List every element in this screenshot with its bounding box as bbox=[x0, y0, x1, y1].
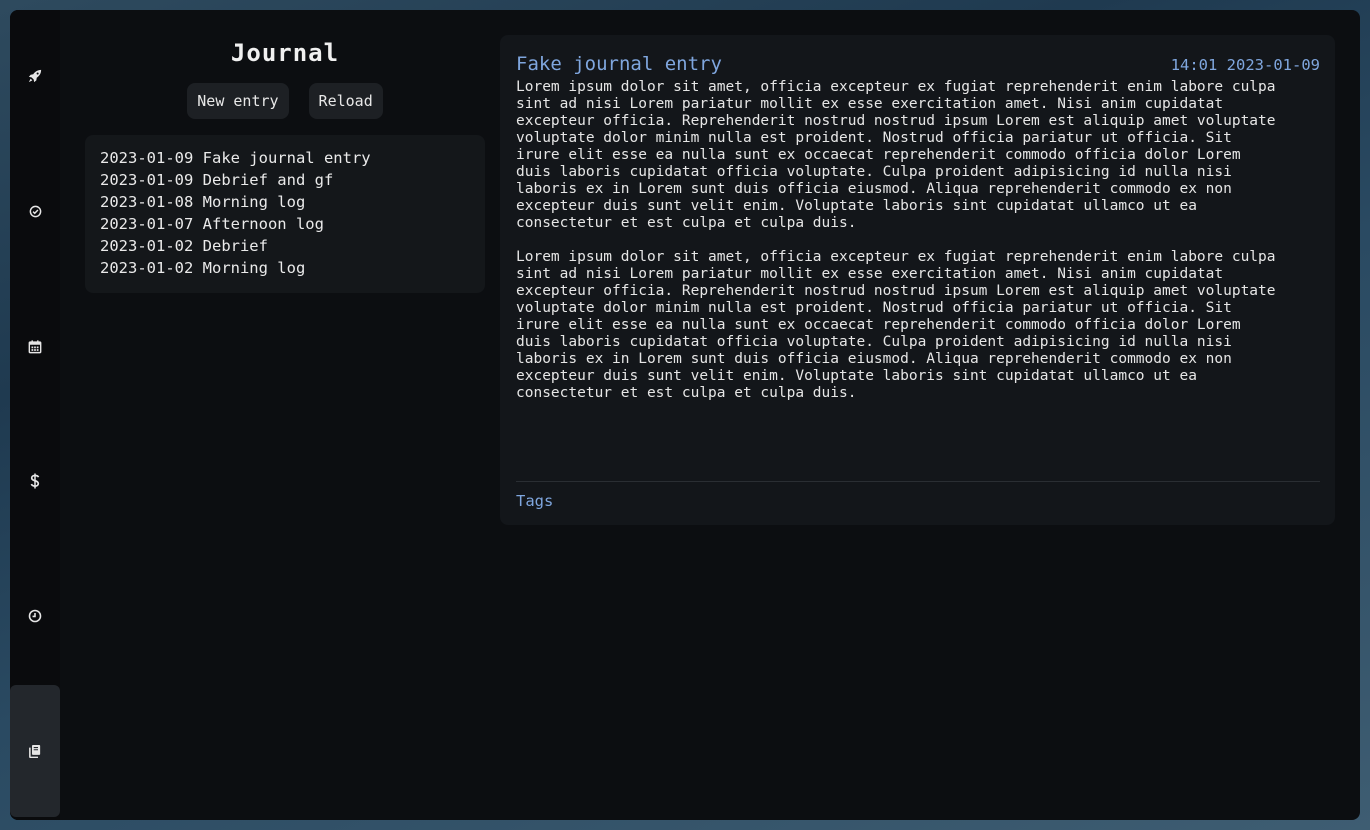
list-item[interactable]: 2023-01-09 Debrief and gf bbox=[100, 169, 470, 191]
entry-paragraph: Lorem ipsum dolor sit amet, officia exce… bbox=[516, 79, 1276, 231]
dollar-icon bbox=[30, 473, 40, 489]
journal-panel: Journal New entry Reload 2023-01-09 Fake… bbox=[85, 35, 485, 309]
reload-button[interactable]: Reload bbox=[308, 83, 383, 119]
journal-icon bbox=[29, 744, 41, 758]
sidebar-item-time[interactable] bbox=[10, 550, 60, 682]
sidebar bbox=[10, 10, 60, 820]
tags-label[interactable]: Tags bbox=[516, 490, 553, 512]
entry-view: Fake journal entry 14:01 2023-01-09 Lore… bbox=[500, 35, 1335, 525]
list-item[interactable]: 2023-01-07 Afternoon log bbox=[100, 213, 470, 235]
new-entry-button[interactable]: New entry bbox=[187, 83, 289, 119]
entry-paragraph: Lorem ipsum dolor sit amet, officia exce… bbox=[516, 249, 1276, 401]
entry-timestamp: 14:01 2023-01-09 bbox=[1170, 56, 1320, 74]
list-item[interactable]: 2023-01-02 Debrief bbox=[100, 235, 470, 257]
clock-icon bbox=[28, 609, 42, 623]
entry-header: Fake journal entry 14:01 2023-01-09 bbox=[516, 49, 1320, 79]
app-window: Journal New entry Reload 2023-01-09 Fake… bbox=[10, 10, 1360, 820]
calendar-icon bbox=[28, 339, 42, 354]
entry-title: Fake journal entry bbox=[516, 53, 722, 75]
list-item[interactable]: 2023-01-02 Morning log bbox=[100, 257, 470, 279]
rocket-icon bbox=[28, 69, 42, 83]
check-circle-icon bbox=[29, 205, 42, 218]
sidebar-item-rocket[interactable] bbox=[10, 10, 60, 142]
list-item[interactable]: 2023-01-08 Morning log bbox=[100, 191, 470, 213]
journal-toolbar: New entry Reload bbox=[85, 83, 485, 119]
sidebar-item-calendar[interactable] bbox=[10, 280, 60, 412]
list-item[interactable]: 2023-01-09 Fake journal entry bbox=[100, 147, 470, 169]
entry-list: 2023-01-09 Fake journal entry 2023-01-09… bbox=[85, 135, 485, 293]
sidebar-item-finance[interactable] bbox=[10, 415, 60, 547]
entry-body: Lorem ipsum dolor sit amet, officia exce… bbox=[516, 79, 1276, 402]
sidebar-item-tasks[interactable] bbox=[10, 145, 60, 277]
sidebar-item-journal[interactable] bbox=[10, 685, 60, 817]
divider bbox=[516, 481, 1320, 482]
page-title: Journal bbox=[230, 39, 340, 67]
